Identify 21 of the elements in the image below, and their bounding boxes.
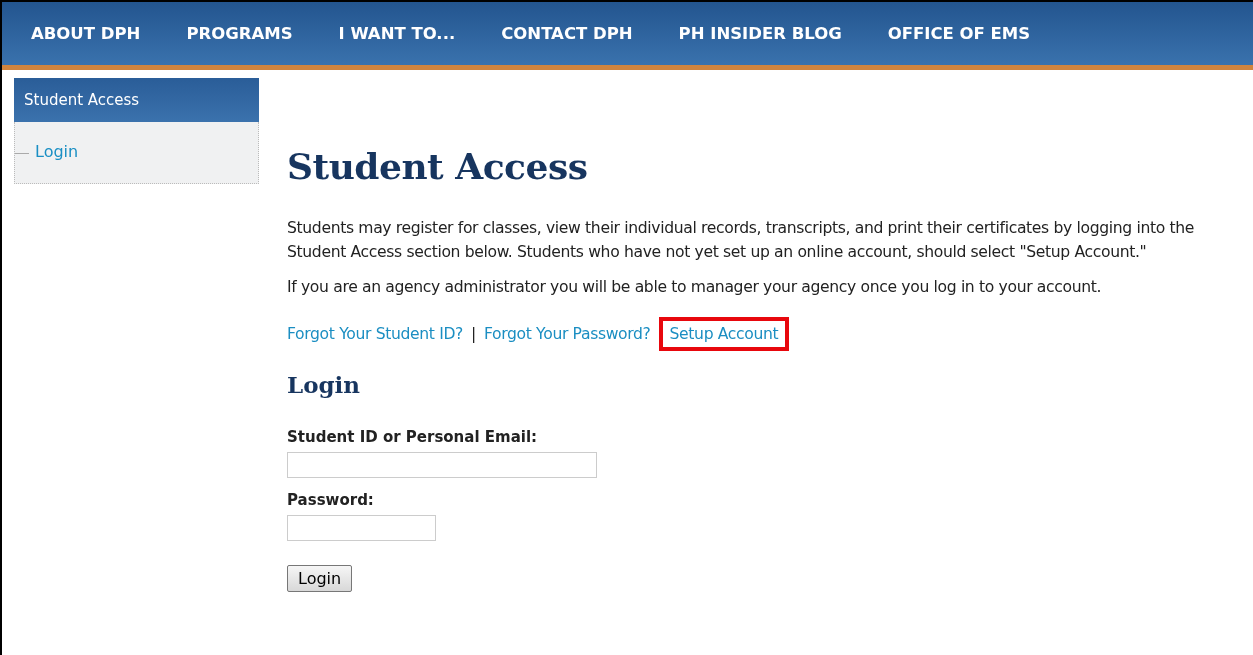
field-label: Student ID or Personal Email: xyxy=(287,428,539,446)
nav-link[interactable]: OFFICE OF EMS xyxy=(870,24,1060,43)
section-heading: Login xyxy=(287,371,362,398)
input-field[interactable] xyxy=(287,515,436,541)
nav-link[interactable]: PROGRAMS xyxy=(169,24,322,43)
paragraph: If you are an agency administrator you will be able to manager your agency once you log in to your account. xyxy=(287,277,1103,298)
input-field[interactable] xyxy=(287,452,597,478)
link[interactable]: Forgot Your Student ID? xyxy=(287,319,472,349)
separator: | xyxy=(471,325,476,343)
paragraph: Students may register for classes, view their individual records, transcripts, and print their certificates by logging into the Student Access section below. Students who have not yet set up an online account, should select "Setup Account." xyxy=(287,218,1196,263)
link[interactable]: Forgot Your Password? xyxy=(475,319,659,349)
nav-link[interactable]: CONTACT DPH xyxy=(484,24,662,43)
highlighted-link[interactable]: Setup Account xyxy=(658,317,790,351)
field-label: Password: xyxy=(287,491,375,509)
login-button[interactable]: Login xyxy=(287,565,353,592)
sidebar-link[interactable]: Login xyxy=(35,142,79,161)
sidebar-header: Student Access xyxy=(14,78,259,122)
nav-link[interactable]: I WANT TO... xyxy=(321,24,485,43)
page-title: Student Access xyxy=(287,145,589,187)
nav-link[interactable]: ABOUT DPH xyxy=(14,24,170,43)
nav-link[interactable]: PH INSIDER BLOG xyxy=(661,24,871,43)
